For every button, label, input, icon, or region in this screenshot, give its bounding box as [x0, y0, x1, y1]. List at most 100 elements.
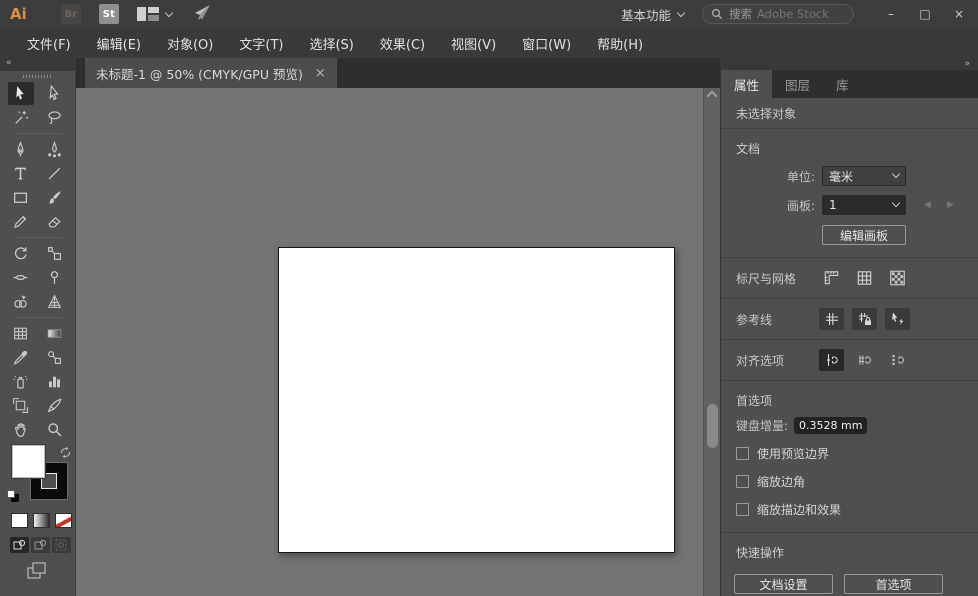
direct-selection-tool[interactable] [42, 82, 68, 105]
properties-panel: » 属性 图层 库 未选择对象 文档 单位: 毫米 画板: 1 [720, 58, 978, 596]
menu-type[interactable]: 文字(T) [226, 34, 296, 53]
document-tab[interactable]: 未标题-1 @ 50% (CMYK/GPU 预览) × [85, 58, 337, 88]
next-artboard-icon[interactable]: ▶ [947, 200, 970, 210]
paintbrush-tool[interactable] [42, 186, 68, 209]
bridge-icon[interactable]: Br [61, 4, 81, 24]
smart-guides-icon[interactable] [885, 308, 910, 330]
drawing-modes [0, 537, 75, 553]
tab-layers[interactable]: 图层 [772, 70, 823, 98]
arrange-documents-icon[interactable] [137, 7, 172, 21]
workspace-switcher[interactable]: 基本功能 [621, 5, 684, 24]
stock-icon[interactable]: St [99, 4, 119, 24]
scale-strokes-effects-checkbox[interactable] [736, 503, 749, 516]
close-button[interactable]: × [942, 1, 976, 27]
symbol-sprayer-tool[interactable] [8, 370, 34, 393]
rotate-tool[interactable] [8, 242, 34, 265]
snap-to-pixel-icon[interactable] [885, 349, 910, 371]
menu-select[interactable]: 选择(S) [296, 34, 366, 53]
canvas-area[interactable] [76, 88, 703, 596]
color-button[interactable] [11, 513, 28, 528]
menu-window[interactable]: 窗口(W) [509, 34, 584, 53]
tab-close-icon[interactable]: × [315, 66, 326, 81]
draw-behind-icon[interactable] [31, 537, 50, 553]
none-button[interactable] [55, 513, 72, 528]
tool-separator [8, 130, 68, 137]
document-tab-title: 未标题-1 @ 50% (CMYK/GPU 预览) [96, 64, 303, 83]
menu-view[interactable]: 视图(V) [438, 34, 509, 53]
vertical-scrollbar[interactable] [703, 88, 720, 596]
lock-guides-icon[interactable] [852, 308, 877, 330]
pen-tool[interactable] [8, 138, 34, 161]
use-preview-bounds-label: 使用预览边界 [757, 445, 829, 462]
chevron-down-icon [165, 8, 173, 16]
menu-effect[interactable]: 效果(C) [367, 34, 438, 53]
swap-fill-stroke-icon[interactable] [59, 446, 72, 462]
hand-tool[interactable] [8, 418, 34, 441]
panel-drag-handle[interactable] [23, 75, 53, 78]
shape-builder-tool[interactable] [8, 290, 34, 313]
preferences-section-title: 首选项 [721, 381, 978, 409]
menu-edit[interactable]: 编辑(E) [84, 34, 154, 53]
tab-properties[interactable]: 属性 [721, 70, 772, 98]
fill-swatch[interactable] [12, 445, 45, 478]
scale-tool[interactable] [42, 242, 68, 265]
tab-libraries[interactable]: 库 [823, 70, 862, 98]
use-preview-bounds-checkbox[interactable] [736, 447, 749, 460]
puppet-warp-tool[interactable] [42, 266, 68, 289]
artboard[interactable] [278, 247, 675, 553]
draw-inside-icon[interactable] [52, 537, 71, 553]
edit-artboard-button[interactable]: 编辑画板 [822, 225, 906, 245]
artboard-select[interactable]: 1 [822, 195, 906, 215]
curvature-tool[interactable] [42, 138, 68, 161]
default-fill-stroke-icon[interactable] [7, 490, 19, 502]
screen-mode-icon[interactable] [26, 561, 75, 584]
keyboard-increment-input[interactable]: 0.3528 mm [794, 417, 867, 434]
mesh-tool[interactable] [8, 322, 34, 345]
gpu-performance-rocket-icon[interactable] [192, 4, 212, 25]
blend-tool[interactable] [42, 346, 68, 369]
ruler-corner-icon[interactable] [819, 267, 844, 289]
show-guides-icon[interactable] [819, 308, 844, 330]
scrollbar-thumb[interactable] [707, 404, 718, 448]
menu-file[interactable]: 文件(F) [14, 34, 84, 53]
type-tool[interactable] [8, 162, 34, 185]
menu-object[interactable]: 对象(O) [154, 34, 226, 53]
snap-to-point-icon[interactable] [819, 349, 844, 371]
selection-tool[interactable] [8, 82, 34, 105]
snap-to-grid-icon[interactable] [852, 349, 877, 371]
maximize-button[interactable]: □ [908, 1, 942, 27]
unit-select[interactable]: 毫米 [822, 166, 906, 186]
shaper-tool[interactable] [8, 210, 34, 233]
line-segment-tool[interactable] [42, 162, 68, 185]
column-graph-tool[interactable] [42, 370, 68, 393]
preferences-button[interactable]: 首选项 [844, 574, 943, 594]
unit-label: 单位: [721, 168, 815, 185]
minimize-button[interactable]: – [874, 1, 908, 27]
menu-help[interactable]: 帮助(H) [584, 34, 656, 53]
eyedropper-tool[interactable] [8, 346, 34, 369]
draw-normal-icon[interactable] [10, 537, 29, 553]
slice-tool[interactable] [42, 394, 68, 417]
search-adobe-stock-input[interactable]: 搜索 Adobe Stock [702, 4, 854, 24]
lasso-tool[interactable] [42, 106, 68, 129]
gradient-tool[interactable] [42, 322, 68, 345]
collapse-tools-button[interactable]: « [0, 58, 75, 71]
gradient-button[interactable] [33, 513, 50, 528]
menu-bar: 文件(F) 编辑(E) 对象(O) 文字(T) 选择(S) 效果(C) 视图(V… [0, 28, 978, 58]
magic-wand-tool[interactable] [8, 106, 34, 129]
rectangle-tool[interactable] [8, 186, 34, 209]
chevron-down-icon [892, 199, 900, 207]
artboard-tool[interactable] [8, 394, 34, 417]
zoom-tool[interactable] [42, 418, 68, 441]
grid-icon[interactable] [852, 267, 877, 289]
eraser-tool[interactable] [42, 210, 68, 233]
scroll-up-arrow-icon[interactable] [706, 90, 717, 101]
scale-corners-checkbox[interactable] [736, 475, 749, 488]
title-bar: Ai Br St 基本功能 搜索 Adobe Stock – □ × [0, 0, 978, 28]
transparency-grid-icon[interactable] [885, 267, 910, 289]
prev-artboard-icon[interactable]: ◀ [924, 200, 947, 210]
perspective-grid-tool[interactable] [42, 290, 68, 313]
width-tool[interactable] [8, 266, 34, 289]
document-setup-button[interactable]: 文档设置 [734, 574, 833, 594]
collapse-panel-button[interactable]: » [721, 58, 978, 70]
